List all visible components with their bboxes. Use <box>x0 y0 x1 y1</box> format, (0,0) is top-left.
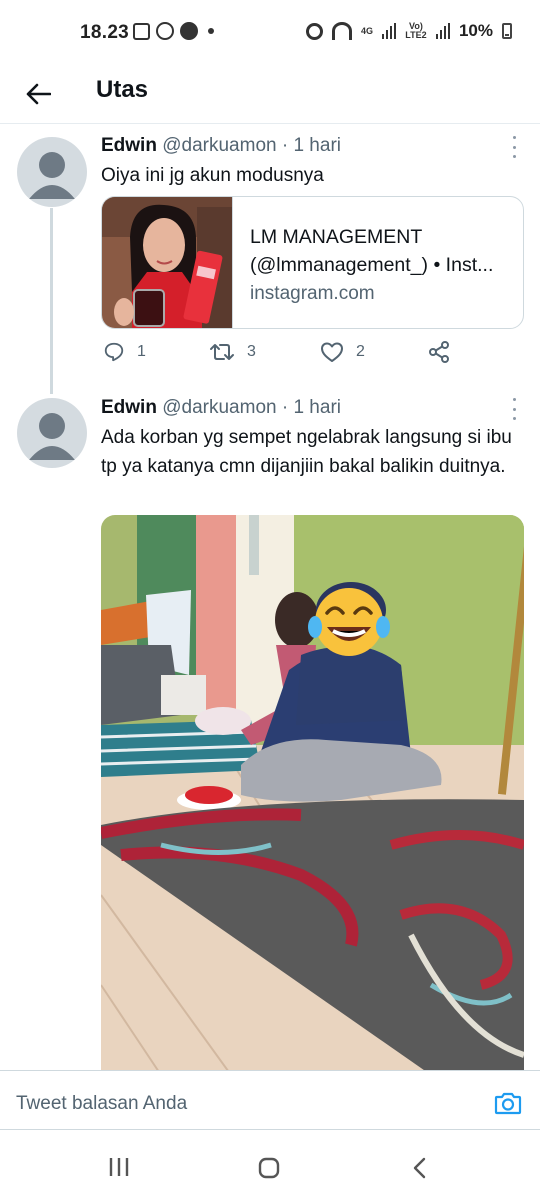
tweet-text: Ada korban yg sempet ngelabrak langsung … <box>101 427 512 477</box>
more-options-icon[interactable] <box>510 398 518 420</box>
page-title: Utas <box>96 76 149 103</box>
reply-input-placeholder[interactable]: Tweet balasan Anda <box>16 1093 187 1115</box>
reply-count: 1 <box>137 343 146 360</box>
default-avatar-icon <box>29 152 75 199</box>
tweet-time: · 1 hari <box>281 135 341 156</box>
recent-apps-button[interactable] <box>108 1157 130 1182</box>
avatar[interactable] <box>17 398 87 468</box>
home-button[interactable] <box>258 1157 280 1184</box>
app-notification-icon <box>180 22 198 40</box>
link-title: LM MANAGEMENT <box>250 226 423 248</box>
volte-label: Vo) LTE2 <box>405 21 427 40</box>
network-type-label: 4G <box>360 25 373 36</box>
more-notifications-icon <box>208 28 214 34</box>
system-icons: 4G Vo) LTE2 10% <box>305 21 512 41</box>
tweet-header: Edwin @darkuamon · 1 hari <box>101 135 341 157</box>
avatar[interactable] <box>17 137 87 207</box>
share-button[interactable] <box>428 341 450 363</box>
default-avatar-icon <box>29 413 75 460</box>
thread-connector-line <box>50 208 53 394</box>
link-preview-card[interactable]: LM MANAGEMENT (@lmmanagement_) • Inst...… <box>101 196 524 329</box>
comment-icon <box>104 342 124 362</box>
camera-button[interactable] <box>494 1091 522 1120</box>
gallery-notification-icon <box>133 22 150 40</box>
tweet-time: · 1 hari <box>281 397 341 418</box>
home-icon <box>258 1157 280 1179</box>
like-count: 2 <box>356 343 365 360</box>
tweet-actions: 1 3 2 <box>101 341 461 371</box>
reply-button[interactable]: 1 <box>103 341 146 363</box>
retweet-icon <box>210 344 234 360</box>
like-button[interactable]: 2 <box>320 341 365 363</box>
retweet-count: 3 <box>247 343 256 360</box>
whatsapp-notification-icon <box>156 22 174 40</box>
link-domain: instagram.com <box>250 283 375 304</box>
link-title-line2: (@lmmanagement_) • Inst... <box>250 254 494 276</box>
back-button[interactable] <box>18 74 58 114</box>
notification-icons <box>133 22 214 40</box>
more-options-icon[interactable] <box>510 136 518 158</box>
back-nav-button[interactable] <box>412 1157 428 1184</box>
system-navigation-bar <box>0 1131 540 1200</box>
chevron-left-icon <box>413 1157 426 1179</box>
retweet-button[interactable]: 3 <box>209 341 256 363</box>
author-name[interactable]: Edwin <box>101 397 157 418</box>
tweet-photo[interactable] <box>101 515 524 1075</box>
battery-percent: 10% <box>458 21 493 40</box>
alarm-icon <box>305 22 323 40</box>
share-icon <box>429 341 449 363</box>
link-thumbnail-image <box>102 197 233 328</box>
heart-icon <box>321 342 343 362</box>
signal-icon <box>381 23 396 39</box>
arrow-left-icon <box>26 83 51 105</box>
hotspot-icon <box>331 22 352 40</box>
author-handle[interactable]: @darkuamon <box>162 135 276 156</box>
top-app-bar: Utas <box>0 64 540 124</box>
recent-apps-icon <box>109 1158 129 1176</box>
author-handle[interactable]: @darkuamon <box>162 397 276 418</box>
signal-2-icon <box>435 23 450 39</box>
link-card-info: LM MANAGEMENT (@lmmanagement_) • Inst...… <box>233 197 523 328</box>
camera-icon <box>494 1092 522 1115</box>
tweet-text: Oiya ini jg akun modusnya <box>101 165 324 186</box>
author-name[interactable]: Edwin <box>101 135 157 156</box>
status-bar: 18.23 4G Vo) LTE2 10% <box>0 0 540 64</box>
status-time: 18.23 <box>80 22 130 43</box>
tweet-header: Edwin @darkuamon · 1 hari <box>101 397 341 419</box>
battery-icon <box>502 23 512 39</box>
reply-composer[interactable]: Tweet balasan Anda <box>0 1070 540 1130</box>
